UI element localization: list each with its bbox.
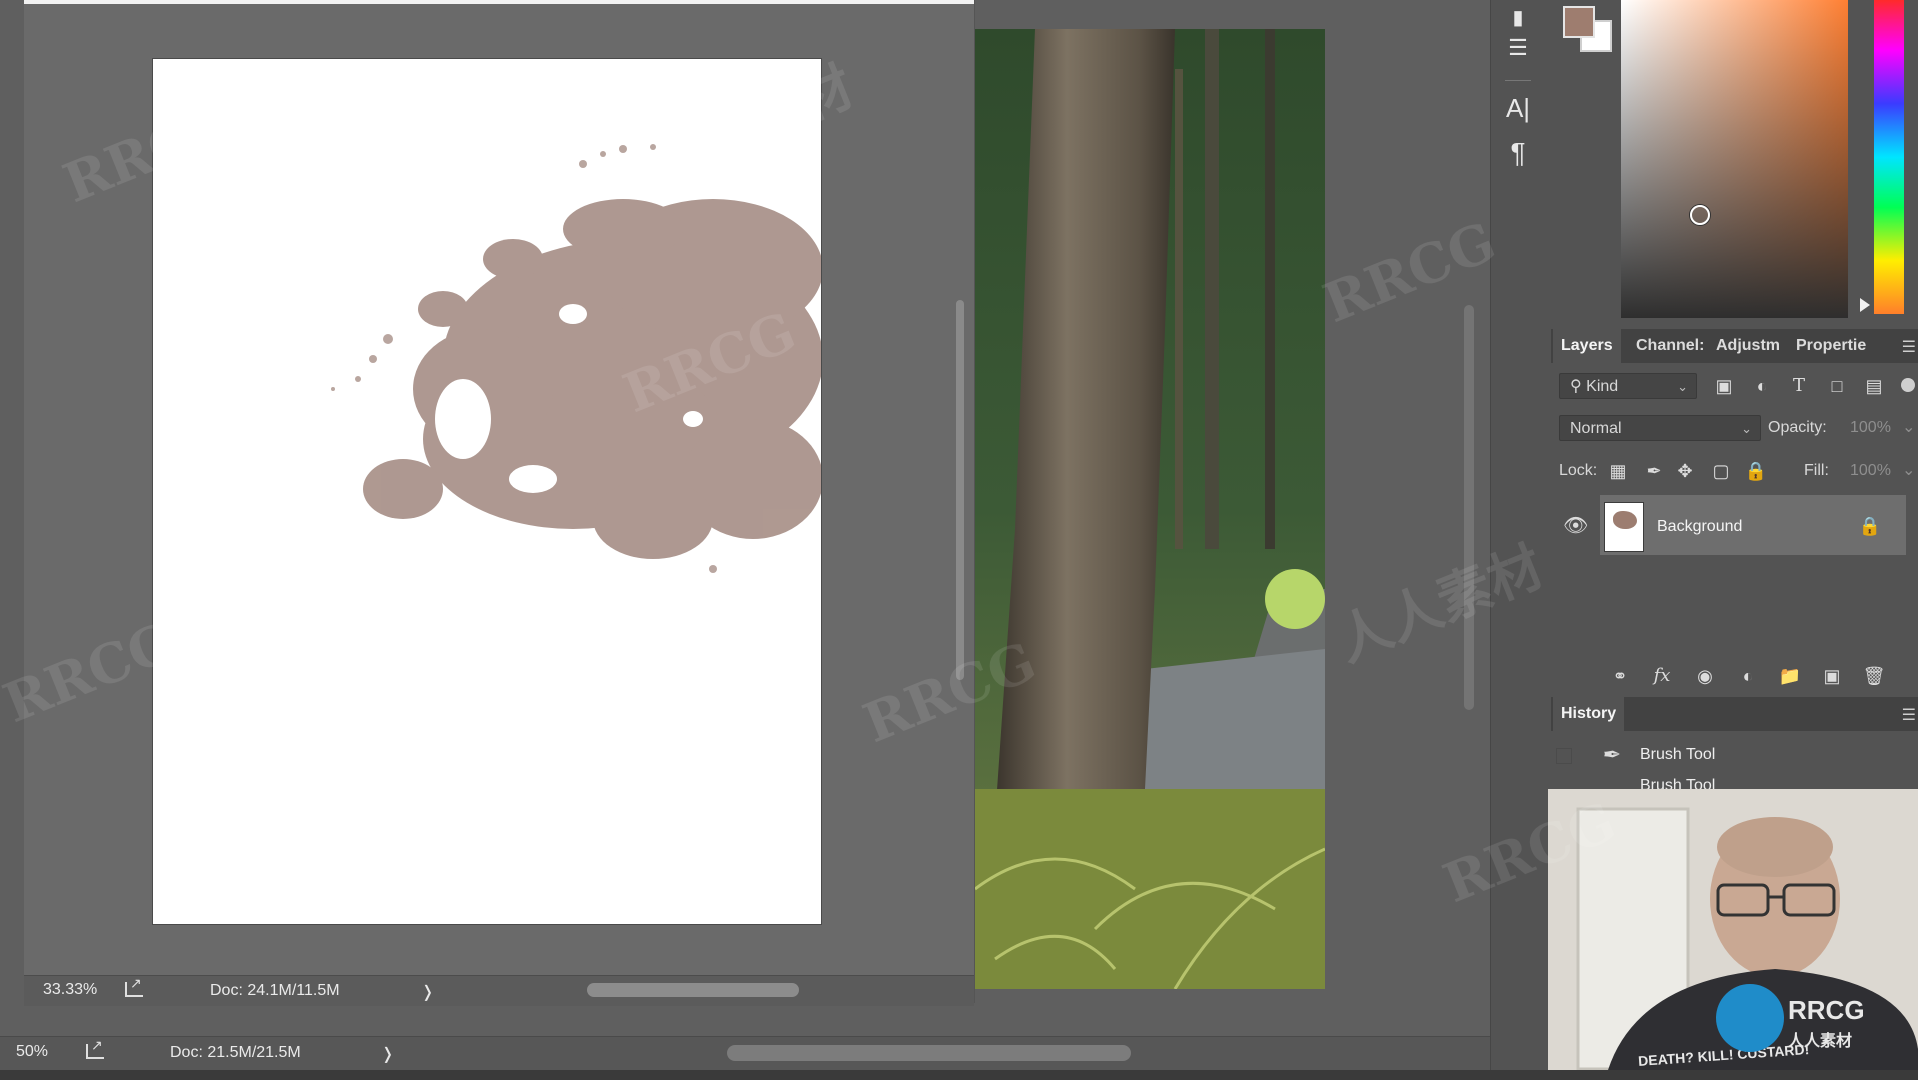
logo-text: RRCG [1788,995,1865,1025]
filter-adjustment-icon[interactable]: ◐ [1750,374,1774,398]
chevron-down-icon[interactable]: ⌄ [1902,417,1915,437]
left-doc-vertical-scrollbar[interactable] [956,300,964,680]
document-window-top-edge [24,0,974,4]
chevron-right-icon[interactable]: ❭ [381,1044,394,1064]
main-doc-size: Doc: 21.5M/21.5M [170,1044,301,1061]
chevron-right-icon[interactable]: ❭ [421,982,434,1002]
tab-channels[interactable]: Channel: [1636,329,1704,363]
paragraph-panel-icon[interactable]: ¶ [1500,135,1536,171]
eye-icon[interactable]: 👁 [1563,514,1588,538]
tab-adjustments[interactable]: Adjustm [1716,329,1780,363]
forest-photo [975,29,1325,989]
filter-toggle-icon[interactable] [1901,378,1915,392]
lock-transparent-pixels-icon[interactable]: ▦ [1606,459,1630,483]
lock-position-icon[interactable]: ✥ [1673,459,1697,483]
layer-thumbnail[interactable] [1604,502,1644,552]
history-tab-bar: History ☰ [1551,697,1918,731]
logo-subtext: 人人素材 [1788,1033,1853,1050]
new-layer-icon[interactable]: ▣ [1820,664,1844,688]
share-icon[interactable] [86,1037,104,1059]
tab-history[interactable]: History [1553,697,1625,731]
adjustments-sliders-icon[interactable]: ☰ [1500,30,1536,66]
tool-divider [1505,80,1531,81]
add-mask-icon[interactable]: ◉ [1693,664,1717,688]
color-picker-field[interactable] [1621,0,1848,318]
blend-mode-dropdown[interactable]: Normal ⌄ [1559,415,1761,441]
chevron-down-icon: ⌄ [1741,421,1752,436]
color-picker-cursor[interactable] [1690,205,1710,225]
character-panel-icon[interactable]: A| [1500,90,1536,126]
filter-smart-object-icon[interactable]: ▤ [1862,374,1886,398]
foliage-silhouette [331,144,821,573]
panel-menu-icon[interactable]: ☰ [1902,337,1916,357]
tab-properties[interactable]: Propertie [1796,329,1866,363]
lock-all-icon[interactable]: 🔒 [1744,459,1768,483]
main-horizontal-scrollbar[interactable] [727,1045,1131,1061]
filter-kind-label: Kind [1586,378,1619,395]
webcam-overlay: DEATH? KILL! CUSTARD! RRCG 人人素材 [1548,789,1918,1070]
opacity-value[interactable]: 100% [1850,419,1891,437]
rrcg-logo [1716,984,1784,1052]
chevron-down-icon: ⌄ [1677,379,1688,394]
lock-label: Lock: [1559,462,1598,479]
filter-shape-icon[interactable]: □ [1825,374,1849,398]
left-doc-zoom-level[interactable]: 33.33% [43,981,97,999]
layers-tab-bar: Layers Channel: Adjustm Propertie ☰ [1551,329,1918,363]
document-canvas-forest-photo[interactable] [975,29,1325,989]
left-doc-status-bar [24,975,974,1006]
main-zoom-level[interactable]: 50% [16,1043,48,1061]
tab-layers[interactable]: Layers [1553,329,1621,363]
layer-filter-kind-dropdown[interactable]: ⚲ Kind ⌄ [1559,373,1697,399]
filter-type-icon[interactable]: T [1787,374,1811,398]
new-group-folder-icon[interactable]: 📁 [1778,664,1802,688]
hue-slider-arrow-icon[interactable] [1860,298,1870,312]
screen-bottom-edge [0,1070,1918,1080]
share-icon[interactable] [125,975,143,997]
search-icon: ⚲ [1570,378,1582,395]
layer-style-fx-icon[interactable]: fx [1650,664,1674,688]
watermark: RRCG [1314,208,1505,336]
delete-layer-trash-icon[interactable]: 🗑 [1862,664,1886,688]
opacity-label: Opacity: [1768,419,1827,436]
blend-mode-value: Normal [1570,420,1622,437]
fill-value[interactable]: 100% [1850,462,1891,480]
layer-name[interactable]: Background [1657,518,1742,536]
new-adjustment-layer-icon[interactable]: ◐ [1736,664,1760,688]
lock-image-pixels-icon[interactable]: ✒ [1642,459,1666,483]
lock-icon[interactable]: 🔒 [1858,514,1882,538]
filter-pixel-icon[interactable]: ▣ [1712,374,1736,398]
brush-icon: ✒ [1602,742,1622,767]
left-doc-horizontal-scrollbar[interactable] [587,983,799,997]
hue-slider[interactable] [1874,0,1904,314]
history-item[interactable]: Brush Tool [1640,746,1715,764]
foreground-color-swatch[interactable] [1563,6,1595,38]
fill-label: Fill: [1804,462,1829,479]
chevron-down-icon[interactable]: ⌄ [1902,460,1915,480]
document-canvas-foliage[interactable] [153,59,821,924]
panel-menu-icon[interactable]: ☰ [1902,705,1916,725]
history-snapshot-checkbox[interactable] [1556,748,1572,764]
lock-artboard-icon[interactable]: ▢ [1709,459,1733,483]
left-doc-size: Doc: 24.1M/11.5M [210,982,340,999]
link-layers-icon[interactable]: ⚭ [1608,664,1632,688]
photo-doc-vertical-scrollbar[interactable] [1464,305,1474,710]
